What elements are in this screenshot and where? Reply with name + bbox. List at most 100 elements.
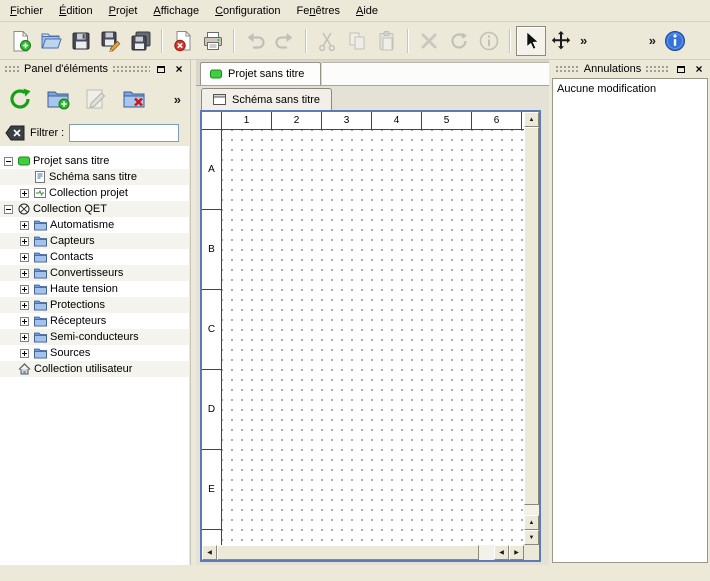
scroll-left-button[interactable]: ◀ <box>202 545 217 560</box>
delete-button[interactable] <box>414 26 444 56</box>
dock-grip[interactable] <box>555 65 580 73</box>
scroll-left-button[interactable]: ◀ <box>494 545 509 560</box>
vertical-scroll-thumb[interactable] <box>524 127 539 505</box>
redo-button[interactable] <box>270 26 300 56</box>
edit-element-button[interactable] <box>81 84 111 114</box>
tree-item-recepteurs[interactable]: Récepteurs <box>0 313 189 329</box>
tree-item-protections[interactable]: Protections <box>0 297 189 313</box>
select-tool-button[interactable] <box>516 26 546 56</box>
scroll-up-button[interactable]: ▲ <box>524 112 539 127</box>
expand-expander-icon[interactable] <box>20 333 29 342</box>
scroll-down-button[interactable]: ▼ <box>524 530 539 545</box>
close-dock-button[interactable]: × <box>172 62 186 76</box>
menu-edition[interactable]: Édition <box>51 2 101 20</box>
dock-grip[interactable] <box>645 65 670 73</box>
reload-icon <box>8 87 32 111</box>
print-button[interactable] <box>198 26 228 56</box>
tree-item-label: Sources <box>50 347 90 359</box>
save-all-button[interactable] <box>126 26 156 56</box>
dock-grip[interactable] <box>4 65 20 73</box>
vertical-scrollbar[interactable]: ▲ ▲ ▼ <box>524 112 539 545</box>
panel-overflow-icon[interactable]: » <box>170 92 185 107</box>
menu-aide[interactable]: Aide <box>348 2 386 20</box>
tree-item-sources[interactable]: Sources <box>0 345 189 361</box>
expand-expander-icon[interactable] <box>20 349 29 358</box>
clear-filter-button[interactable] <box>5 125 25 141</box>
paste-icon <box>376 30 398 52</box>
menu-label-part: rojet <box>116 5 137 17</box>
scroll-right-button[interactable]: ▶ <box>509 545 524 560</box>
new-element-button[interactable] <box>43 84 73 114</box>
cut-icon <box>316 30 338 52</box>
horizontal-scrollbar[interactable]: ◀ ◀ ▶ <box>202 545 524 560</box>
collapse-expander-icon[interactable] <box>4 157 13 166</box>
save-button[interactable] <box>66 26 96 56</box>
paste-button[interactable] <box>372 26 402 56</box>
tools-overflow-icon[interactable]: » <box>576 33 591 48</box>
tree-item-schema-sans-titre[interactable]: Schéma sans titre <box>0 169 189 185</box>
scrollbar-corner <box>524 545 539 560</box>
move-arrows-icon <box>550 30 572 52</box>
tree-item-contacts[interactable]: Contacts <box>0 249 189 265</box>
expand-expander-icon[interactable] <box>20 317 29 326</box>
expand-expander-icon[interactable] <box>20 253 29 262</box>
tree-item-collection-qet[interactable]: Collection QET <box>0 201 189 217</box>
about-qet-button[interactable] <box>660 26 690 56</box>
delete-element-button[interactable] <box>119 84 149 114</box>
tab-label: Schéma sans titre <box>232 94 320 106</box>
menu-projet[interactable]: Projet <box>101 2 146 20</box>
expand-expander-icon[interactable] <box>20 269 29 278</box>
folder-icon <box>34 268 47 279</box>
menu-configuration[interactable]: Configuration <box>207 2 288 20</box>
float-dock-button[interactable] <box>154 62 168 76</box>
rotate-button[interactable] <box>444 26 474 56</box>
filter-input[interactable] <box>69 124 179 142</box>
elements-panel-titlebar[interactable]: Panel d'éléments × <box>0 60 190 78</box>
undo-history-list[interactable]: Aucune modification <box>552 78 708 563</box>
menu-fichier[interactable]: Fichier <box>2 2 51 20</box>
tab-schema-sans-titre[interactable]: Schéma sans titre <box>201 88 332 110</box>
scroll-up-button[interactable]: ▲ <box>524 515 539 530</box>
menu-affichage[interactable]: Affichage <box>145 2 207 20</box>
tree-item-projet-sans-titre[interactable]: Projet sans titre <box>0 153 189 169</box>
expand-expander-icon[interactable] <box>20 301 29 310</box>
tab-projet-sans-titre[interactable]: Projet sans titre <box>200 62 321 85</box>
reload-collections-button[interactable] <box>5 84 35 114</box>
elements-panel-title: Panel d'éléments <box>24 63 108 75</box>
expand-expander-icon[interactable] <box>20 285 29 294</box>
dock-grip[interactable] <box>112 65 150 73</box>
undo-history-root-item[interactable]: Aucune modification <box>557 81 703 96</box>
tree-item-collection-projet[interactable]: Collection projet <box>0 185 189 201</box>
close-document-button[interactable] <box>168 26 198 56</box>
expand-expander-icon[interactable] <box>20 189 29 198</box>
cut-button[interactable] <box>312 26 342 56</box>
info-button[interactable] <box>474 26 504 56</box>
tree-item-semi-conducteurs[interactable]: Semi-conducteurs <box>0 329 189 345</box>
expand-expander-icon[interactable] <box>20 237 29 246</box>
copy-button[interactable] <box>342 26 372 56</box>
open-document-button[interactable] <box>36 26 66 56</box>
save-icon <box>70 30 92 52</box>
new-document-button[interactable] <box>6 26 36 56</box>
schema-view[interactable]: 1 2 3 4 5 6 A B C D E <box>200 110 541 562</box>
project-icon <box>210 68 222 80</box>
tree-item-automatisme[interactable]: Automatisme <box>0 217 189 233</box>
diagram-canvas[interactable] <box>222 130 524 545</box>
tabbar-empty-area <box>322 62 549 85</box>
undo-button[interactable] <box>240 26 270 56</box>
move-tool-button[interactable] <box>546 26 576 56</box>
horizontal-scroll-thumb[interactable] <box>217 545 479 560</box>
tree-item-collection-utilisateur[interactable]: Collection utilisateur <box>0 361 189 377</box>
float-dock-button[interactable] <box>674 62 688 76</box>
undo-dock-titlebar[interactable]: Annulations × <box>551 60 710 78</box>
save-as-button[interactable] <box>96 26 126 56</box>
help-overflow-icon[interactable]: » <box>645 33 660 48</box>
close-dock-button[interactable]: × <box>692 62 706 76</box>
tree-item-convertisseurs[interactable]: Convertisseurs <box>0 265 189 281</box>
tree-item-capteurs[interactable]: Capteurs <box>0 233 189 249</box>
collections-tree[interactable]: Projet sans titre Schéma sans titre Coll… <box>0 146 189 565</box>
tree-item-haute-tension[interactable]: Haute tension <box>0 281 189 297</box>
collapse-expander-icon[interactable] <box>4 205 13 214</box>
expand-expander-icon[interactable] <box>20 221 29 230</box>
menu-fenetres[interactable]: Fenêtres <box>289 2 348 20</box>
